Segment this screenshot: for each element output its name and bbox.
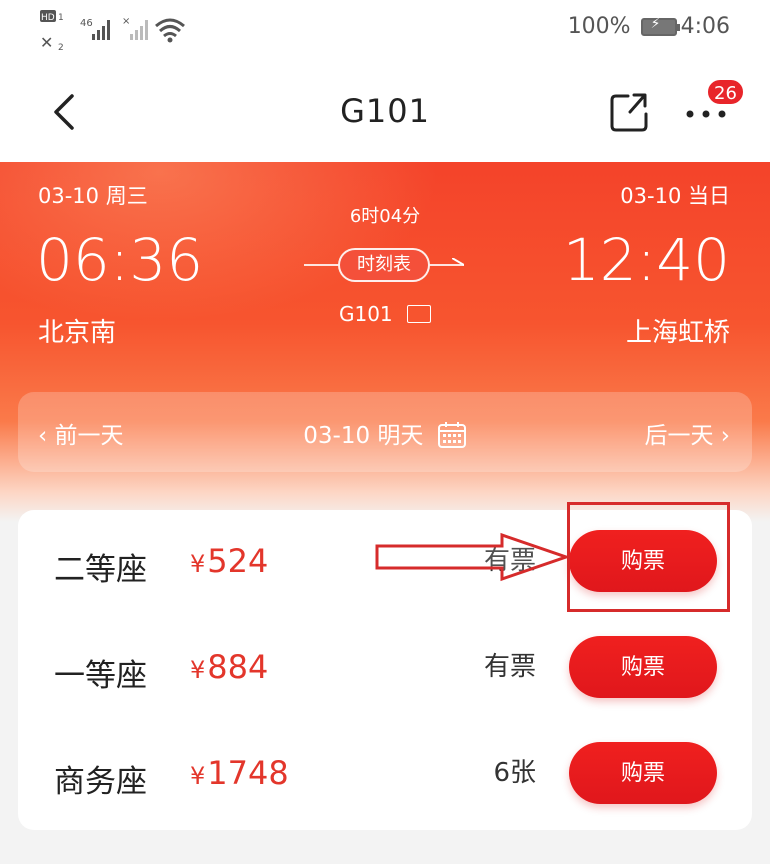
calendar-icon: [437, 422, 466, 448]
current-date-picker[interactable]: 03-10 明天: [18, 416, 752, 450]
status-bar: HD 1 ✕ 2 46 × 100% ⚡ 4:06: [0, 0, 770, 62]
annotation-highlight-box: [567, 502, 730, 612]
buy-ticket-button[interactable]: 购票: [569, 636, 717, 698]
seat-name: 一等座: [54, 658, 147, 694]
price-value: 1748: [207, 754, 289, 792]
departure-time: 06:36: [36, 226, 204, 294]
svg-text:×: ×: [122, 16, 130, 27]
date-navigator: ‹ 前一天 03-10 明天 后一天 ›: [18, 392, 752, 472]
svg-text:2: 2: [58, 43, 64, 53]
train-info-icon: [407, 305, 432, 323]
arrival-time: 12:40: [562, 226, 730, 294]
svg-text:✕: ✕: [40, 33, 53, 52]
currency-symbol: ¥: [190, 656, 206, 684]
journey-header: 03-10 周三 03-10 当日 06:36 12:40 北京南 上海虹桥 6…: [0, 162, 770, 522]
seat-price: ¥884: [190, 648, 268, 686]
svg-text:1: 1: [58, 13, 64, 23]
train-number-text: G101: [338, 302, 393, 326]
seat-name: 商务座: [54, 764, 147, 800]
nav-bar: G101 26: [0, 62, 770, 162]
share-icon[interactable]: [608, 90, 650, 132]
seat-price: ¥1748: [190, 754, 289, 792]
screen: HD 1 ✕ 2 46 × 100% ⚡ 4:06 G101 26 03-10 …: [0, 0, 770, 864]
currency-symbol: ¥: [190, 762, 206, 790]
clock: 4:06: [680, 14, 730, 39]
arrow-right-icon: [452, 258, 464, 266]
next-day-button[interactable]: 后一天 ›: [644, 416, 730, 450]
battery-icon: ⚡: [640, 16, 680, 36]
price-value: 884: [207, 648, 269, 686]
train-number[interactable]: G101: [0, 302, 770, 326]
seat-name: 二等座: [54, 552, 147, 588]
seat-price: ¥524: [190, 542, 268, 580]
svg-text:HD: HD: [41, 13, 55, 23]
notification-badge: 26: [706, 78, 745, 106]
seat-availability: 有票: [483, 652, 536, 682]
signal-icon: HD 1 ✕ 2 46 ×: [40, 10, 185, 53]
annotation-arrow-icon: [375, 532, 570, 582]
schedule-button[interactable]: 时刻表: [338, 248, 430, 282]
buy-ticket-button[interactable]: 购票: [569, 742, 717, 804]
status-right: 100% ⚡ 4:06: [568, 14, 730, 39]
seat-row-first-class: 一等座 ¥884 有票 购票: [18, 616, 752, 722]
page-title: G101: [340, 92, 430, 130]
currency-symbol: ¥: [190, 550, 206, 578]
price-value: 524: [207, 542, 269, 580]
seat-row-business-class: 商务座 ¥1748 6张 购票: [18, 722, 752, 828]
journey-duration: 6时04分: [349, 206, 421, 227]
battery-percent: 100%: [567, 14, 631, 39]
current-date: 03-10 明天: [303, 423, 424, 449]
bottom-area: [0, 830, 770, 864]
svg-text:46: 46: [80, 18, 93, 29]
seat-availability: 6张: [493, 758, 536, 788]
